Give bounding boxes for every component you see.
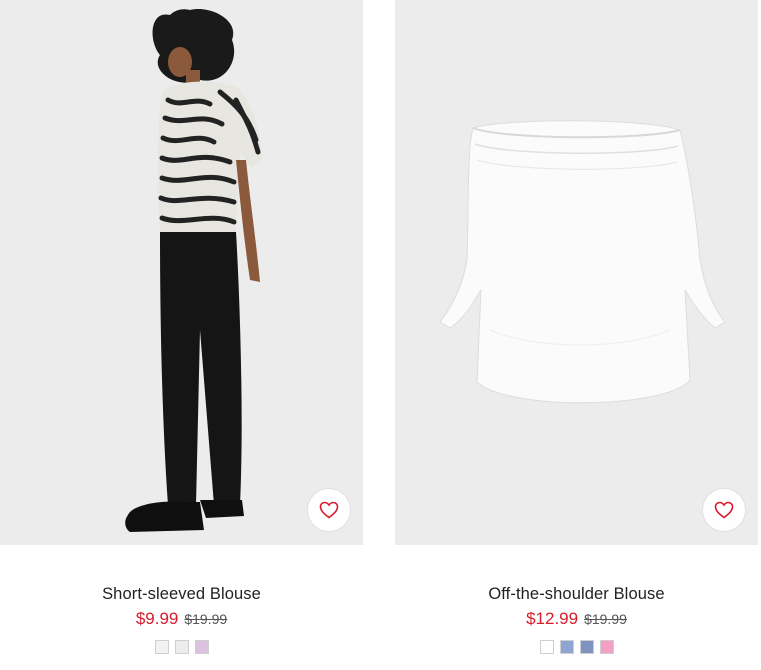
product-grid: Short-sleeved Blouse $9.99 $19.99 Off-th…	[0, 0, 761, 670]
color-swatch[interactable]	[559, 640, 574, 654]
product-title[interactable]: Short-sleeved Blouse	[0, 585, 363, 604]
original-price: $19.99	[184, 611, 228, 627]
model-zebra-blouse-photo	[125, 9, 262, 532]
color-swatch[interactable]	[154, 640, 169, 654]
white-blouse-photo	[439, 120, 726, 404]
color-swatches	[0, 640, 363, 654]
product-info: Off-the-shoulder Blouse $12.99 $19.99	[395, 585, 758, 654]
heart-icon	[319, 501, 339, 519]
sale-price: $12.99	[526, 609, 579, 628]
color-swatch[interactable]	[194, 640, 209, 654]
product-price: $12.99 $19.99	[395, 609, 758, 631]
product-price: $9.99 $19.99	[0, 609, 363, 631]
product-image[interactable]	[395, 0, 758, 545]
color-swatches	[395, 640, 758, 654]
product-title[interactable]: Off-the-shoulder Blouse	[395, 585, 758, 604]
color-swatch[interactable]	[174, 640, 189, 654]
product-card[interactable]: Short-sleeved Blouse $9.99 $19.99	[0, 0, 363, 670]
color-swatch[interactable]	[539, 640, 554, 654]
color-swatch[interactable]	[579, 640, 594, 654]
product-card[interactable]: Off-the-shoulder Blouse $12.99 $19.99	[395, 0, 758, 670]
favorite-button[interactable]	[702, 488, 746, 532]
sale-price: $9.99	[135, 609, 179, 628]
heart-icon	[714, 501, 734, 519]
product-image[interactable]	[0, 0, 363, 545]
favorite-button[interactable]	[307, 488, 351, 532]
original-price: $19.99	[584, 611, 627, 627]
product-info: Short-sleeved Blouse $9.99 $19.99	[0, 585, 363, 654]
color-swatch[interactable]	[599, 640, 614, 654]
